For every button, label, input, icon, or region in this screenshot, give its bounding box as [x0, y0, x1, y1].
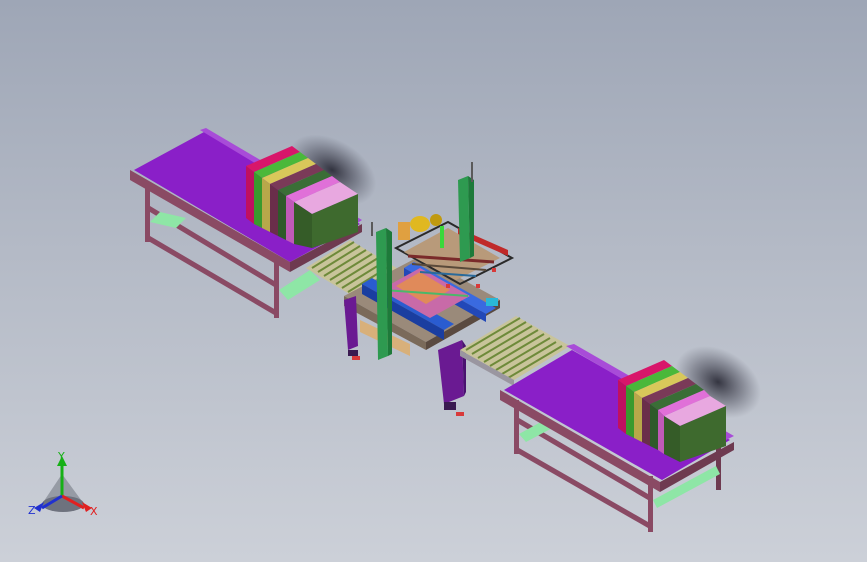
- table-rail: [279, 270, 320, 300]
- axis-triad[interactable]: [34, 456, 92, 512]
- leg-foot: [444, 402, 456, 410]
- motor-cap: [410, 216, 430, 232]
- floor-pad: [456, 412, 464, 416]
- box: [254, 172, 262, 228]
- fastener: [492, 268, 496, 272]
- box: [658, 410, 664, 454]
- box: [270, 184, 278, 236]
- box: [618, 380, 626, 434]
- motor-housing: [398, 222, 410, 240]
- y-axis-label: Y: [58, 450, 65, 463]
- cad-viewport[interactable]: Y X Z: [0, 0, 867, 562]
- fastener: [446, 284, 450, 288]
- floor-pad: [352, 356, 360, 360]
- machine-leg: [438, 340, 464, 404]
- box: [650, 404, 658, 450]
- leg-foot: [348, 350, 358, 356]
- table-leg: [145, 186, 150, 242]
- green-column: [376, 228, 388, 360]
- tape-head: [440, 226, 444, 248]
- tape-head: [486, 298, 498, 306]
- box: [246, 166, 254, 224]
- box: [642, 398, 650, 446]
- packaging-line-assembly[interactable]: [0, 0, 867, 562]
- box: [262, 178, 270, 232]
- box: [286, 196, 294, 244]
- x-axis-label: X: [90, 505, 98, 518]
- z-axis-label: Z: [28, 504, 36, 517]
- green-column: [458, 176, 470, 262]
- machine-leg: [344, 296, 358, 350]
- box: [626, 386, 634, 438]
- box: [634, 392, 642, 442]
- motor-cap-face: [430, 214, 442, 226]
- box: [278, 190, 286, 240]
- fastener: [476, 284, 480, 288]
